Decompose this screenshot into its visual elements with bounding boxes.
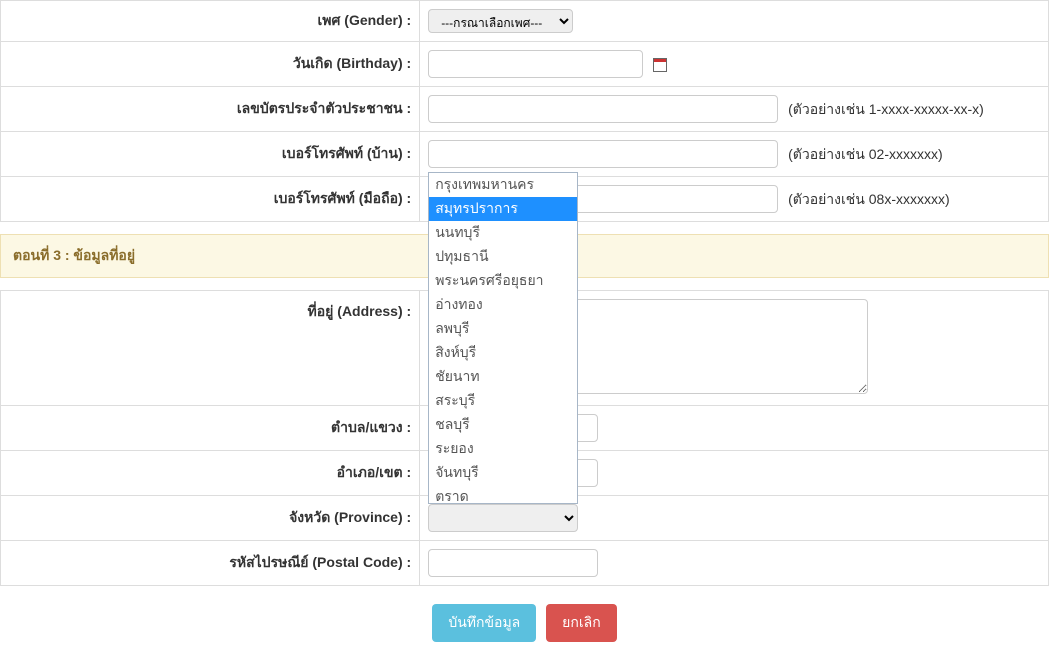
- postal-input[interactable]: [428, 549, 598, 577]
- label-citizen-id: เลขบัตรประจำตัวประชาชน :: [1, 87, 420, 132]
- province-option[interactable]: นนทบุรี: [429, 221, 577, 245]
- province-option[interactable]: ตราด: [429, 485, 577, 504]
- province-dropdown[interactable]: กรุงเทพมหานครสมุทรปราการนนทบุรีปทุมธานีพ…: [428, 172, 578, 504]
- label-phone-mobile: เบอร์โทรศัพท์ (มือถือ) :: [1, 177, 420, 222]
- province-select[interactable]: [428, 504, 578, 532]
- cancel-button[interactable]: ยกเลิก: [546, 604, 617, 642]
- province-option[interactable]: สมุทรปราการ: [429, 197, 577, 221]
- province-option[interactable]: สิงห์บุรี: [429, 341, 577, 365]
- province-option[interactable]: สระบุรี: [429, 389, 577, 413]
- citizen-id-input[interactable]: [428, 95, 778, 123]
- province-option[interactable]: กรุงเทพมหานคร: [429, 173, 577, 197]
- province-option[interactable]: อ่างทอง: [429, 293, 577, 317]
- label-birthday: วันเกิด (Birthday) :: [1, 42, 420, 87]
- hint-phone-home: (ตัวอย่างเช่น 02-xxxxxxx): [788, 146, 943, 162]
- province-option[interactable]: ระยอง: [429, 437, 577, 461]
- gender-select[interactable]: ---กรุณาเลือกเพศ---: [428, 9, 573, 33]
- province-option[interactable]: ลพบุรี: [429, 317, 577, 341]
- province-option[interactable]: ปทุมธานี: [429, 245, 577, 269]
- label-tambon: ตำบล/แขวง :: [1, 406, 420, 451]
- label-amphoe: อำเภอ/เขต :: [1, 451, 420, 496]
- calendar-icon[interactable]: [653, 58, 667, 72]
- label-postal: รหัสไปรษณีย์ (Postal Code) :: [1, 541, 420, 586]
- province-option[interactable]: จันทบุรี: [429, 461, 577, 485]
- province-option[interactable]: ชัยนาท: [429, 365, 577, 389]
- button-row: บันทึกข้อมูล ยกเลิก: [0, 586, 1049, 660]
- phone-home-input[interactable]: [428, 140, 778, 168]
- label-province: จังหวัด (Province) :: [1, 496, 420, 541]
- province-option[interactable]: ชลบุรี: [429, 413, 577, 437]
- label-phone-home: เบอร์โทรศัพท์ (บ้าน) :: [1, 132, 420, 177]
- save-button[interactable]: บันทึกข้อมูล: [432, 604, 536, 642]
- label-address: ที่อยู่ (Address) :: [1, 291, 420, 406]
- hint-phone-mobile: (ตัวอย่างเช่น 08x-xxxxxxx): [788, 191, 950, 207]
- birthday-input[interactable]: [428, 50, 643, 78]
- province-option[interactable]: พระนครศรีอยุธยา: [429, 269, 577, 293]
- label-gender: เพศ (Gender) :: [1, 1, 420, 42]
- hint-citizen-id: (ตัวอย่างเช่น 1-xxxx-xxxxx-xx-x): [788, 101, 984, 117]
